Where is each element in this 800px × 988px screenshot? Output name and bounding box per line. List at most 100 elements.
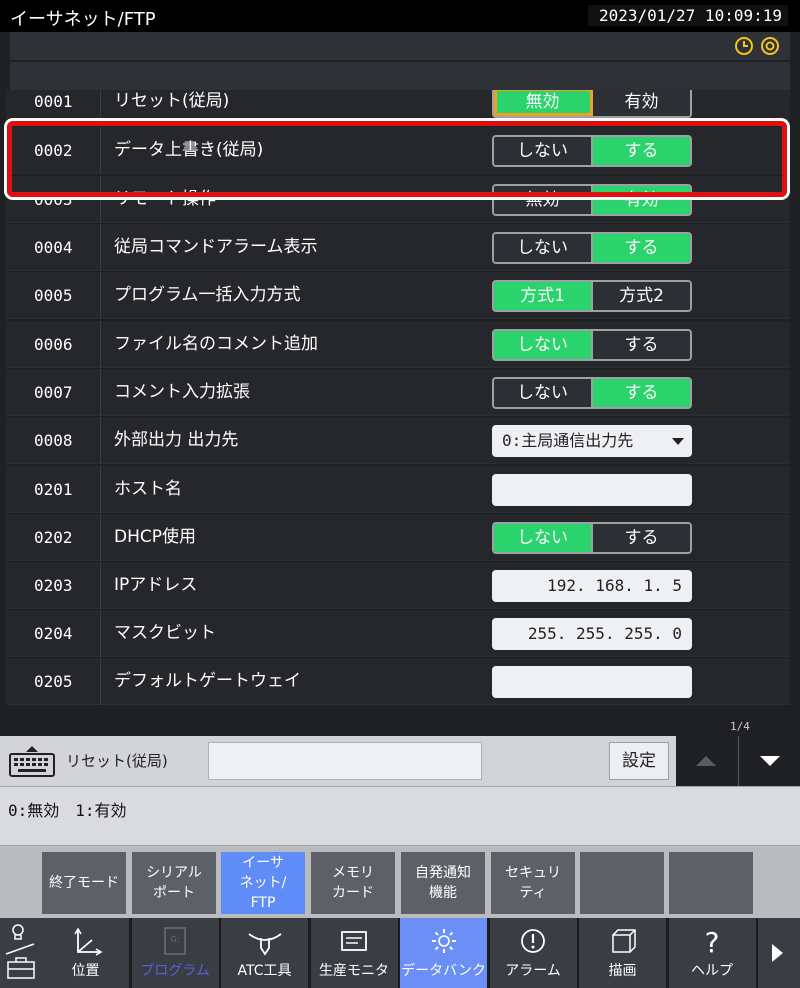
param-name: DHCP使用 [114, 527, 196, 547]
function-key-1[interactable]: 終了モード [42, 852, 126, 914]
nav-tool[interactable]: ATC工具 [221, 918, 309, 988]
bottom-nav: 位置 G: プログラム ATC工具 生産モニタ データバンク アラーム 描画? ヘルプ [0, 918, 800, 988]
param-row-0201[interactable]: 0201 ホスト名 [6, 466, 790, 513]
toggle-option[interactable]: しない [494, 331, 593, 359]
window-title: イーサネット/FTP [10, 9, 156, 30]
toggle-option[interactable]: する [593, 524, 690, 552]
toggle-switch[interactable]: しない する [492, 329, 692, 361]
toggle-switch[interactable]: 無効 有効 [492, 184, 692, 216]
toggle-option[interactable]: 方式2 [593, 282, 690, 310]
param-number: 0204 [6, 610, 101, 657]
page-up-icon[interactable] [696, 756, 716, 766]
toggle-option[interactable]: する [593, 331, 690, 359]
param-row-0203[interactable]: 0203 IPアドレス 192. 168. 1. 5 [6, 562, 790, 609]
toggle-switch[interactable]: しない する [492, 232, 692, 264]
toggle-option[interactable]: 有効 [593, 90, 690, 116]
toggle-switch[interactable]: 無効 有効 [492, 90, 692, 118]
input-label: リセット(従局) [66, 752, 168, 770]
keyboard-icon[interactable] [8, 744, 56, 778]
nav-cube[interactable]: 描画 [579, 918, 667, 988]
input-bar: リセット(従局) 設定 [0, 736, 676, 786]
value-field[interactable] [492, 666, 692, 698]
nav-axis[interactable]: 位置 [42, 918, 130, 988]
set-button[interactable]: 設定 [609, 742, 669, 780]
value-field[interactable] [492, 474, 692, 506]
param-number: 0006 [6, 321, 101, 368]
param-row-0001[interactable]: 0001 リセット(従局) 無効 有効 [6, 90, 790, 125]
nav-question[interactable]: ? ヘルプ [668, 918, 757, 988]
toggle-switch[interactable]: しない する [492, 135, 692, 167]
dropdown-value: 0:主局通信出力先 [502, 431, 634, 450]
param-name: マスクビット [114, 623, 216, 643]
param-name: IPアドレス [114, 575, 198, 595]
nav-gear[interactable]: データバンク [400, 918, 488, 988]
pager: 1/4 [676, 716, 800, 786]
param-row-0204[interactable]: 0204 マスクビット 255. 255. 255. 0 [6, 610, 790, 657]
gear-icon [400, 926, 487, 958]
axis-icon [42, 926, 129, 958]
param-row-0006[interactable]: 0006 ファイル名のコメント追加 しない する [6, 321, 790, 368]
mode-button[interactable] [0, 918, 42, 988]
toggle-option[interactable]: しない [494, 137, 593, 165]
param-row-0007[interactable]: 0007 コメント入力拡張 しない する [6, 369, 790, 416]
value-field[interactable]: 192. 168. 1. 5 [492, 570, 692, 602]
toggle-option[interactable]: する [593, 234, 690, 262]
param-row-0202[interactable]: 0202 DHCP使用 しない する [6, 514, 790, 561]
param-number: 0003 [6, 176, 101, 223]
param-number: 0005 [6, 272, 101, 319]
function-key-5[interactable]: 自発通知 機能 [401, 852, 485, 914]
function-key-7[interactable] [580, 852, 664, 914]
toggle-switch[interactable]: 方式1 方式2 [492, 280, 692, 312]
toggle-option[interactable]: 有効 [593, 186, 690, 214]
toggle-switch[interactable]: しない する [492, 522, 692, 554]
toggle-switch[interactable]: しない する [492, 377, 692, 409]
toggle-option[interactable]: 方式1 [494, 282, 593, 310]
page-down-icon[interactable] [760, 756, 780, 766]
param-row-0005[interactable]: 0005 プログラム一括入力方式 方式1 方式2 [6, 272, 790, 319]
param-number: 0004 [6, 224, 101, 271]
toggle-option[interactable]: する [593, 379, 690, 407]
parameter-list[interactable]: 0001 リセット(従局) 無効 有効 0002 データ上書き(従局) しない する 0003 リ… [6, 90, 790, 716]
toggle-option[interactable]: 無効 [494, 186, 593, 214]
nav-monitor[interactable]: 生産モニタ [310, 918, 399, 988]
toggle-option[interactable]: しない [494, 524, 593, 552]
output-dropdown[interactable]: 0:主局通信出力先 [492, 425, 692, 457]
toggle-option[interactable]: しない [494, 379, 593, 407]
toggle-option[interactable]: する [593, 137, 690, 165]
function-key-6[interactable]: セキュリ ティ [491, 852, 575, 914]
param-number: 0205 [6, 658, 101, 705]
param-row-0002[interactable]: 0002 データ上書き(従局) しない する [6, 127, 790, 174]
toggle-option[interactable]: しない [494, 234, 593, 262]
value-field[interactable]: 255. 255. 255. 0 [492, 618, 692, 650]
help-text: 0:無効 1:有効 [8, 801, 127, 820]
nav-label: データバンク [401, 963, 486, 979]
param-name: 従局コマンドアラーム表示 [114, 237, 318, 257]
param-number: 0203 [6, 562, 101, 609]
param-row-0205[interactable]: 0205 デフォルトゲートウェイ [6, 658, 790, 705]
nav-program[interactable]: G: プログラム [131, 918, 220, 988]
param-name: コメント入力拡張 [114, 382, 250, 402]
param-row-0008[interactable]: 0008 外部出力 出力先 0:主局通信出力先 [6, 417, 790, 464]
function-key-8[interactable] [669, 852, 753, 914]
param-row-0003[interactable]: 0003 リモート操作 無効 有効 [6, 176, 790, 223]
param-name: リモート操作 [114, 189, 216, 209]
program-icon: G: [132, 926, 219, 958]
function-key-2[interactable]: シリアル ポート [132, 852, 216, 914]
nav-alarm[interactable]: アラーム [489, 918, 578, 988]
nav-label: アラーム [505, 963, 561, 979]
toggle-option[interactable]: 無効 [494, 90, 593, 116]
function-key-3[interactable]: イーサ ネット/ FTP [221, 852, 305, 914]
param-row-0004[interactable]: 0004 従局コマンドアラーム表示 しない する [6, 224, 790, 271]
nav-next-button[interactable] [758, 918, 800, 988]
value-input[interactable] [208, 742, 482, 780]
caret-down-icon [672, 438, 684, 445]
param-number: 0001 [6, 90, 101, 125]
datetime: 2023/01/27 10:09:19 [588, 5, 788, 26]
param-number: 0008 [6, 417, 101, 464]
page-indicator: 1/4 [730, 720, 750, 733]
monitor-icon [311, 926, 398, 958]
param-name: 外部出力 出力先 [114, 430, 239, 450]
alarm-icon [490, 926, 577, 958]
function-key-4[interactable]: メモリ カード [311, 852, 395, 914]
param-number: 0202 [6, 514, 101, 561]
